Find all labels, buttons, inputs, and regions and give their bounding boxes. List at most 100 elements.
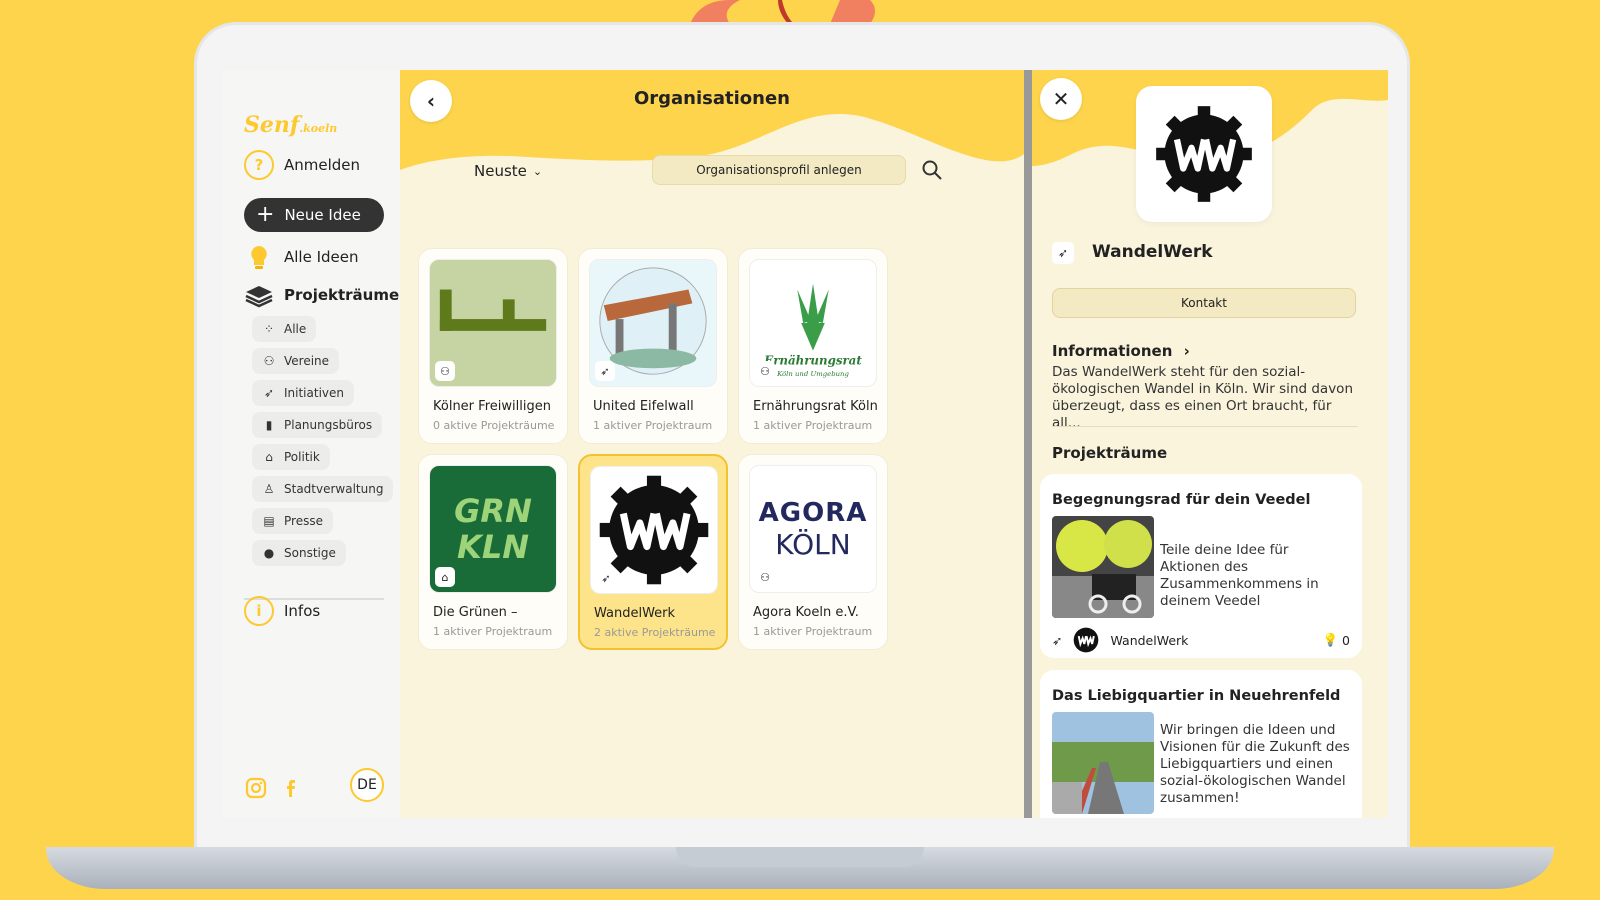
sort-dropdown[interactable]: Neuste ⌄ bbox=[474, 162, 542, 180]
filter-label: Politik bbox=[284, 450, 320, 464]
filter-stadtverwaltung[interactable]: ♙ Stadtverwaltung bbox=[252, 476, 394, 502]
filter-label: Stadtverwaltung bbox=[284, 482, 384, 496]
infos-link[interactable]: i Infos bbox=[244, 596, 320, 626]
information-heading[interactable]: Informationen › bbox=[1052, 342, 1190, 360]
person-icon: ♙ bbox=[263, 482, 275, 496]
rocket-icon: ➶ bbox=[1052, 632, 1063, 648]
organization-card[interactable]: ➶ United Eifelwall 1 aktiver Projektraum bbox=[578, 248, 728, 444]
filter-label: Initiativen bbox=[284, 386, 344, 400]
project-image bbox=[1052, 516, 1154, 618]
people-icon: ⚇ bbox=[263, 354, 275, 368]
map-edge bbox=[1024, 70, 1032, 818]
project-count: 1 aktiver Projektraum bbox=[433, 625, 553, 638]
filter-alle[interactable]: ⁘ Alle bbox=[252, 316, 317, 342]
filter-vereine[interactable]: ⚇ Vereine bbox=[252, 348, 340, 374]
app-screen: Senf.koeln ? Anmelden + Neue Idee Alle I… bbox=[222, 70, 1388, 818]
project-count: 1 aktiver Projektraum bbox=[593, 419, 713, 432]
building-icon: ⌂ bbox=[265, 450, 273, 464]
people-icon: ⚇ bbox=[755, 361, 775, 381]
filter-label: Alle bbox=[284, 322, 307, 336]
grid-icon: ⁘ bbox=[263, 322, 275, 336]
filter-initiativen[interactable]: ➶ Initiativen bbox=[252, 380, 354, 406]
bulb-icon bbox=[251, 246, 267, 269]
filter-presse[interactable]: ▤ Presse bbox=[252, 508, 333, 534]
project-description: Teile deine Idee für Aktionen des Zusamm… bbox=[1160, 542, 1319, 609]
organization-name: WandelWerk bbox=[594, 606, 676, 621]
project-count: 1 aktiver Projektraum bbox=[753, 419, 873, 432]
plus-icon: + bbox=[256, 202, 275, 227]
rocket-icon: ➶ bbox=[1052, 242, 1074, 264]
organization-card-selected[interactable]: ➶ WandelWerk 2 aktive Projekträume bbox=[578, 454, 728, 650]
projects-heading: Projekträume bbox=[1052, 444, 1168, 462]
organization-name: Agora Koeln e.V. bbox=[753, 605, 859, 620]
organization-name: Die Grünen – bbox=[433, 605, 518, 620]
wandelwerk-logo-icon bbox=[1156, 106, 1252, 202]
organization-detail-panel: ✕ ➶ WandelWerk Kontakt Informationen › D… bbox=[1032, 70, 1388, 818]
people-icon: ⚇ bbox=[755, 567, 775, 587]
project-rooms-label: Projekträume bbox=[284, 286, 400, 304]
chevron-down-icon: ⌄ bbox=[532, 164, 543, 178]
contact-button[interactable]: Kontakt bbox=[1052, 288, 1356, 318]
organization-card[interactable]: Ernährungsrat Köln und Umgebung ⚇ Ernähr… bbox=[738, 248, 888, 444]
organization-logo-large bbox=[1136, 86, 1272, 222]
create-organization-button[interactable]: Organisationsprofil anlegen bbox=[652, 155, 906, 185]
project-card[interactable]: Begegnungsrad für dein Veedel Teile dein… bbox=[1040, 474, 1362, 658]
bulb-icon: 💡 bbox=[1322, 632, 1339, 647]
organization-title: WandelWerk bbox=[1092, 242, 1213, 262]
all-ideas-link[interactable]: Alle Ideen bbox=[244, 242, 359, 272]
organization-card[interactable]: AGORA KÖLN ⚇ Agora Koeln e.V. 1 aktiver … bbox=[738, 454, 888, 650]
new-idea-label: Neue Idee bbox=[284, 206, 361, 224]
filter-label: Sonstige bbox=[284, 546, 336, 560]
project-count: 0 aktive Projekträume bbox=[433, 419, 555, 432]
sort-label: Neuste bbox=[474, 162, 527, 180]
organization-name: Ernährungsrat Köln bbox=[753, 399, 878, 414]
project-card[interactable]: Das Liebigquartier in Neuehrenfeld Wir b… bbox=[1040, 670, 1362, 818]
dot-icon: ● bbox=[263, 546, 275, 560]
all-ideas-label: Alle Ideen bbox=[284, 248, 359, 266]
new-idea-button[interactable]: + Neue Idee bbox=[244, 198, 384, 232]
chevron-right-icon: › bbox=[1183, 342, 1190, 360]
information-text: Das WandelWerk steht für den sozial-ökol… bbox=[1052, 364, 1354, 431]
project-title: Begegnungsrad für dein Veedel bbox=[1052, 492, 1311, 508]
wandelwerk-logo-icon bbox=[1074, 627, 1099, 653]
page-title: Organisationen bbox=[633, 88, 791, 109]
project-description: Wir bringen die Ideen und Visionen für d… bbox=[1160, 722, 1350, 806]
organization-name: United Eifelwall bbox=[593, 399, 694, 414]
project-footer: ➶ WandelWerk 💡 0 bbox=[1052, 626, 1350, 654]
instagram-icon[interactable] bbox=[244, 776, 268, 800]
filter-label: Presse bbox=[284, 514, 323, 528]
laptop-notch bbox=[676, 847, 924, 867]
divider bbox=[1052, 426, 1358, 427]
sidebar: Senf.koeln ? Anmelden + Neue Idee Alle I… bbox=[222, 70, 400, 818]
agora-logo-icon: AGORA KÖLN bbox=[758, 497, 868, 561]
search-icon[interactable] bbox=[920, 158, 944, 182]
filter-label: Vereine bbox=[284, 354, 330, 368]
infos-label: Infos bbox=[284, 602, 321, 620]
project-count: 2 aktive Projekträume bbox=[594, 626, 716, 639]
project-rooms-link[interactable]: Projekträume bbox=[244, 280, 399, 310]
logo[interactable]: Senf.koeln bbox=[244, 112, 337, 138]
svg-text:Ernährungsrat: Ernährungsrat bbox=[763, 353, 862, 367]
project-count: 1 aktiver Projektraum bbox=[753, 625, 873, 638]
login-link[interactable]: ? Anmelden bbox=[244, 150, 360, 180]
organization-card[interactable]: ⚇ Kölner Freiwilligen 0 aktive Projekträ… bbox=[418, 248, 568, 444]
filter-planungsbueros[interactable]: ▮ Planungsbüros bbox=[252, 412, 383, 438]
people-icon: ⚇ bbox=[435, 361, 455, 381]
filter-sonstige[interactable]: ● Sonstige bbox=[252, 540, 346, 566]
filter-politik[interactable]: ⌂ Politik bbox=[252, 444, 330, 470]
decorative-shape bbox=[690, 0, 875, 24]
rocket-icon: ➶ bbox=[263, 386, 275, 400]
filter-label: Planungsbüros bbox=[284, 418, 373, 432]
organization-name: Kölner Freiwilligen bbox=[433, 399, 551, 414]
user-icon: ? bbox=[244, 150, 274, 180]
language-switch[interactable]: DE bbox=[350, 768, 384, 802]
project-organization: WandelWerk bbox=[1110, 632, 1189, 648]
organization-card[interactable]: GRN KLN ⌂ Die Grünen – 1 aktiver Projekt… bbox=[418, 454, 568, 650]
rocket-icon: ➶ bbox=[595, 361, 615, 381]
svg-text:Köln und Umgebung: Köln und Umgebung bbox=[776, 370, 849, 378]
login-label: Anmelden bbox=[284, 156, 361, 174]
building-icon: ⌂ bbox=[435, 567, 455, 587]
facebook-icon[interactable] bbox=[278, 776, 302, 800]
rocket-icon: ➶ bbox=[596, 568, 616, 588]
close-button[interactable]: ✕ bbox=[1040, 78, 1082, 120]
